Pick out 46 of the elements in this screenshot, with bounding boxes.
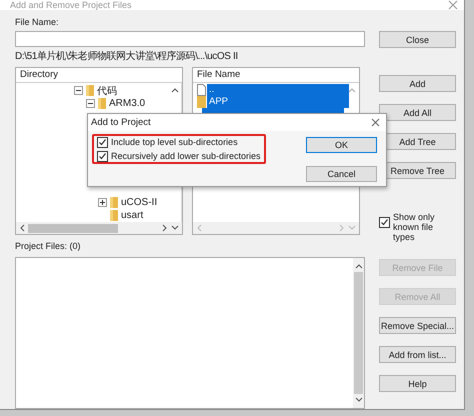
action-button[interactable]: Add: [379, 75, 456, 92]
checkbox[interactable]: [97, 136, 108, 148]
file-item[interactable]: ..: [207, 84, 349, 96]
scroll-left-icon[interactable]: [19, 224, 25, 232]
project-files-label: Project Files: (0): [15, 240, 82, 252]
action-button[interactable]: Help: [379, 375, 456, 392]
folder-icon: [110, 210, 118, 221]
scroll-down-icon[interactable]: [171, 225, 179, 231]
scroll-up-icon[interactable]: [171, 87, 179, 93]
folder-icon: [86, 85, 94, 96]
checkbox[interactable]: [379, 217, 390, 228]
checkbox-label: Include top level sub-directories: [111, 137, 238, 147]
expander-icon[interactable]: [86, 99, 95, 108]
folder-icon: [197, 96, 206, 108]
file-name-field[interactable]: [15, 31, 365, 47]
tree-item[interactable]: usart: [121, 210, 144, 221]
scroll-up-icon[interactable]: [354, 263, 362, 269]
expander-icon[interactable]: [98, 198, 107, 207]
cancel-button[interactable]: Cancel: [306, 166, 377, 182]
dialog-title: Add to Project: [91, 117, 151, 128]
checkbox[interactable]: [97, 150, 108, 162]
scroll-up-icon[interactable]: [348, 87, 356, 93]
file-item[interactable]: APP: [207, 96, 349, 108]
action-button[interactable]: Add from list...: [379, 346, 456, 363]
expander-icon[interactable]: [74, 86, 83, 95]
folder-icon: [98, 98, 106, 109]
tree-item[interactable]: ARM3.0: [109, 98, 146, 109]
vertical-scrollbar[interactable]: [353, 258, 364, 408]
close-icon[interactable]: [371, 118, 380, 127]
action-button[interactable]: Add All: [379, 104, 456, 121]
window-title: Add and Remove Project Files: [10, 0, 132, 10]
checkbox-label: Recursively add lower sub-directories: [111, 151, 261, 161]
scroll-down-icon[interactable]: [354, 397, 362, 403]
tree-item[interactable]: 代码: [97, 84, 117, 98]
scroll-right-icon[interactable]: [162, 224, 168, 232]
file-name-label: File Name:: [15, 16, 60, 28]
ok-button[interactable]: OK: [306, 137, 377, 153]
folder-icon: [110, 197, 118, 208]
path-text: D:\51单片机\朱老师物联网大讲堂\程序源码\...\ucOS II: [15, 51, 239, 63]
column-header[interactable]: Directory: [16, 68, 182, 83]
close-icon[interactable]: [448, 0, 458, 10]
close-button[interactable]: Close: [379, 31, 456, 48]
action-button[interactable]: Remove Special...: [379, 317, 456, 334]
tree-item[interactable]: uCOS-II: [121, 197, 158, 208]
checkbox-label: Show only known file types: [393, 212, 436, 242]
horizontal-scrollbar[interactable]: [16, 222, 182, 234]
